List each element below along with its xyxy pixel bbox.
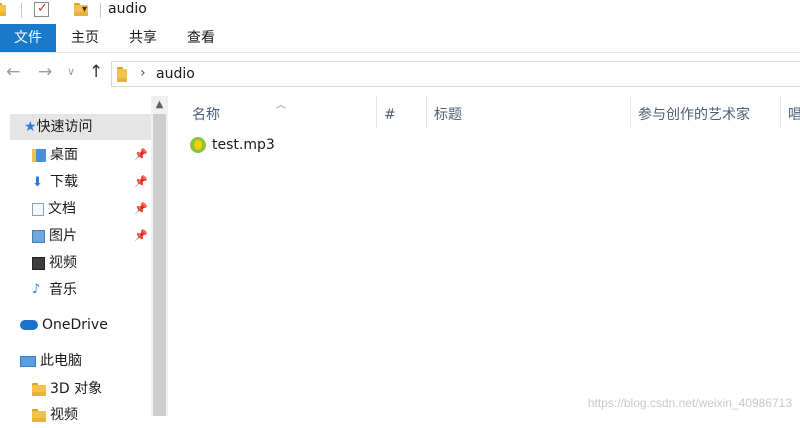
documents-folder-icon xyxy=(32,202,44,216)
nav-item-videos[interactable]: 视频 xyxy=(32,250,151,276)
properties-check-icon[interactable]: ✓ xyxy=(34,1,49,17)
nav-item-3d-objects[interactable]: 3D 对象 xyxy=(32,376,151,402)
column-header-number[interactable]: # xyxy=(384,100,424,130)
scroll-up-arrow-icon[interactable]: ▲ xyxy=(151,96,168,113)
column-header-label: # xyxy=(384,107,396,123)
pictures-folder-icon xyxy=(32,229,45,243)
ribbon-tabs: 文件 主页 共享 查看 xyxy=(0,24,800,53)
tab-share[interactable]: 共享 xyxy=(120,24,166,52)
computer-icon xyxy=(20,355,36,367)
music-folder-icon: ♪ xyxy=(32,282,41,297)
pin-icon[interactable]: 📌 xyxy=(134,175,148,188)
file-list: 名称 ︿ # 标题 参与创作的艺术家 唱 test.mp3 xyxy=(168,96,800,416)
watermark: https://blog.csdn.net/weixin_40986713 xyxy=(587,396,792,410)
nav-item-label: 文档 xyxy=(48,201,76,217)
nav-item-label: 3D 对象 xyxy=(50,381,103,397)
column-divider[interactable] xyxy=(780,96,781,128)
nav-quick-access-label: 快速访问 xyxy=(36,119,93,135)
star-icon: ★ xyxy=(24,119,37,135)
title-bar: ✓ ▾ audio xyxy=(0,0,800,22)
file-name: test.mp3 xyxy=(212,137,275,153)
breadcrumb-current[interactable]: audio xyxy=(156,66,195,82)
column-header-album[interactable]: 唱 xyxy=(788,100,800,130)
column-header-label: 名称 xyxy=(192,107,220,123)
up-arrow-icon[interactable]: ↑ xyxy=(89,62,103,82)
divider xyxy=(21,3,22,18)
cloud-icon xyxy=(20,320,38,330)
column-header-label: 参与创作的艺术家 xyxy=(638,107,750,123)
folder-icon xyxy=(117,67,127,82)
3d-objects-folder-icon xyxy=(32,382,46,396)
address-bar[interactable]: › audio xyxy=(111,61,800,87)
nav-item-label: 桌面 xyxy=(50,147,78,163)
nav-pane-scrollbar[interactable]: ▲ xyxy=(151,96,168,416)
nav-this-pc[interactable]: 此电脑 xyxy=(20,348,151,374)
navigation-bar: ← → ∨ ↑ › audio xyxy=(0,56,800,90)
column-header-contributing-artists[interactable]: 参与创作的艺术家 xyxy=(638,100,778,130)
breadcrumb-chevron-icon[interactable]: › xyxy=(140,65,146,81)
column-divider[interactable] xyxy=(376,96,377,128)
downloads-folder-icon: ⬇ xyxy=(32,174,43,190)
recent-locations-chevron-icon[interactable]: ∨ xyxy=(67,65,75,78)
column-divider[interactable] xyxy=(630,96,631,128)
list-item[interactable]: test.mp3 xyxy=(190,134,275,156)
back-arrow-icon[interactable]: ← xyxy=(6,62,20,82)
videos-folder-icon xyxy=(32,256,45,270)
column-header-label: 唱 xyxy=(788,107,800,123)
nav-onedrive[interactable]: OneDrive xyxy=(20,312,151,338)
nav-quick-access[interactable]: ★快速访问 xyxy=(10,114,151,140)
nav-item-label: 视频 xyxy=(50,407,78,423)
pin-icon[interactable]: 📌 xyxy=(134,148,148,161)
tab-home[interactable]: 主页 xyxy=(62,24,108,52)
scrollbar-thumb[interactable] xyxy=(153,114,166,416)
navigation-pane: ★快速访问 桌面 📌 ⬇ 下载 📌 文档 📌 图片 📌 视频 ♪ 音乐 OneDri… xyxy=(0,96,151,423)
tab-view[interactable]: 查看 xyxy=(178,24,224,52)
nav-item-pc-videos[interactable]: 视频 xyxy=(32,402,151,428)
tab-file[interactable]: 文件 xyxy=(0,24,56,52)
forward-arrow-icon[interactable]: → xyxy=(38,62,52,82)
nav-onedrive-label: OneDrive xyxy=(42,317,108,333)
desktop-folder-icon xyxy=(32,148,46,162)
column-divider[interactable] xyxy=(426,96,427,128)
nav-item-label: 视频 xyxy=(49,255,77,271)
pin-icon[interactable]: 📌 xyxy=(134,229,148,242)
mp3-file-icon xyxy=(190,137,206,153)
quick-access-dropdown-icon[interactable]: ▾ xyxy=(82,4,87,15)
nav-item-label: 图片 xyxy=(49,228,77,244)
window-title: audio xyxy=(108,1,147,17)
nav-this-pc-label: 此电脑 xyxy=(40,353,82,369)
sort-ascending-icon: ︿ xyxy=(276,100,286,111)
nav-item-label: 音乐 xyxy=(49,282,77,298)
nav-item-label: 下载 xyxy=(50,174,78,190)
videos-folder-icon xyxy=(32,408,46,422)
column-header-title[interactable]: 标题 xyxy=(434,100,624,130)
nav-item-music[interactable]: ♪ 音乐 xyxy=(32,277,151,303)
column-header-label: 标题 xyxy=(434,107,462,123)
pin-icon[interactable]: 📌 xyxy=(134,202,148,215)
divider xyxy=(100,3,101,18)
folder-icon xyxy=(0,3,6,17)
